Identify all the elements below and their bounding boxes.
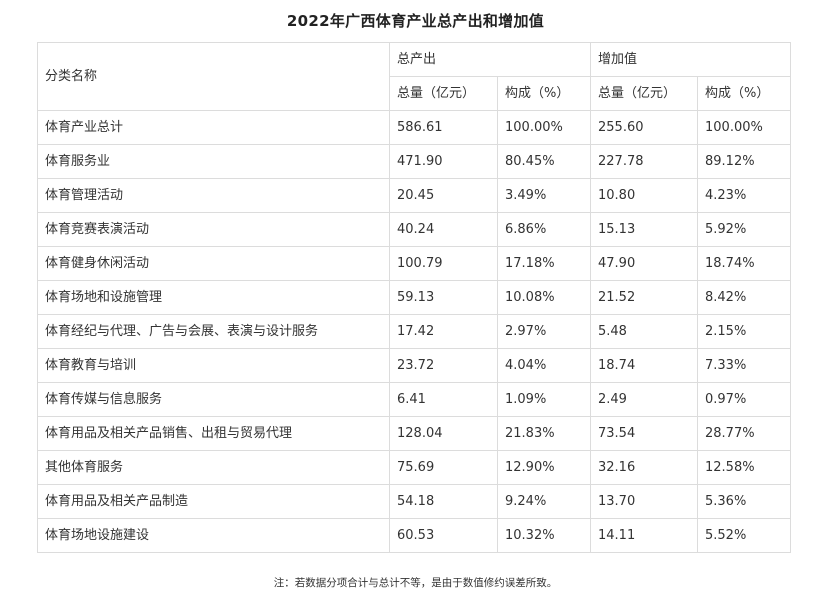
output-share-cell: 100.00% (497, 110, 591, 145)
category-cell: 体育服务业 (37, 144, 390, 179)
table-row: 体育竞赛表演活动 40.24 6.86% 15.13 5.92% (37, 212, 791, 247)
category-cell: 体育管理活动 (37, 178, 390, 213)
value-added-share-cell: 100.00% (697, 110, 791, 145)
table-row: 体育健身休闲活动 100.79 17.18% 47.90 18.74% (37, 246, 791, 281)
output-share-cell: 1.09% (497, 382, 591, 417)
output-total-cell: 20.45 (389, 178, 498, 213)
output-share-cell: 6.86% (497, 212, 591, 247)
output-total-cell: 59.13 (389, 280, 498, 315)
header-group-output: 总产出 (389, 42, 591, 77)
value-added-share-cell: 0.97% (697, 382, 791, 417)
value-added-total-cell: 18.74 (590, 348, 698, 383)
output-total-cell: 128.04 (389, 416, 498, 451)
header-category: 分类名称 (37, 42, 390, 111)
table-row: 体育服务业 471.90 80.45% 227.78 89.12% (37, 144, 791, 179)
output-total-cell: 6.41 (389, 382, 498, 417)
value-added-share-cell: 5.52% (697, 518, 791, 553)
category-cell: 体育健身休闲活动 (37, 246, 390, 281)
data-table: 分类名称 总产出 增加值 总量（亿元） 构成（%） 总量（亿元） 构成（%） 体… (37, 42, 791, 553)
output-share-cell: 9.24% (497, 484, 591, 519)
table-row: 体育教育与培训 23.72 4.04% 18.74 7.33% (37, 348, 791, 383)
table-header-row: 分类名称 总产出 增加值 (37, 42, 791, 111)
output-total-cell: 75.69 (389, 450, 498, 485)
output-share-cell: 80.45% (497, 144, 591, 179)
value-added-share-cell: 8.42% (697, 280, 791, 315)
category-cell: 体育场地和设施管理 (37, 280, 390, 315)
category-cell: 体育竞赛表演活动 (37, 212, 390, 247)
value-added-total-cell: 255.60 (590, 110, 698, 145)
value-added-total-cell: 47.90 (590, 246, 698, 281)
table-row: 体育产业总计 586.61 100.00% 255.60 100.00% (37, 110, 791, 145)
table-row: 体育经纪与代理、广告与会展、表演与设计服务 17.42 2.97% 5.48 2.15% (37, 314, 791, 349)
category-cell: 体育教育与培训 (37, 348, 390, 383)
table-row: 体育场地设施建设 60.53 10.32% 14.11 5.52% (37, 518, 791, 553)
output-total-cell: 17.42 (389, 314, 498, 349)
page-title: 2022年广西体育产业总产出和增加值 (286, 12, 545, 30)
value-added-total-cell: 32.16 (590, 450, 698, 485)
category-cell: 其他体育服务 (37, 450, 390, 485)
output-share-cell: 17.18% (497, 246, 591, 281)
table-row: 体育场地和设施管理 59.13 10.08% 21.52 8.42% (37, 280, 791, 315)
table-row: 其他体育服务 75.69 12.90% 32.16 12.58% (37, 450, 791, 485)
value-added-share-cell: 4.23% (697, 178, 791, 213)
category-cell: 体育场地设施建设 (37, 518, 390, 553)
output-total-cell: 23.72 (389, 348, 498, 383)
output-share-cell: 4.04% (497, 348, 591, 383)
value-added-total-cell: 15.13 (590, 212, 698, 247)
value-added-total-cell: 14.11 (590, 518, 698, 553)
value-added-share-cell: 2.15% (697, 314, 791, 349)
value-added-share-cell: 18.74% (697, 246, 791, 281)
output-share-cell: 2.97% (497, 314, 591, 349)
category-cell: 体育传媒与信息服务 (37, 382, 390, 417)
footnote: 注：若数据分项合计与总计不等，是由于数值修约误差所致。 (273, 577, 558, 589)
value-added-share-cell: 89.12% (697, 144, 791, 179)
output-total-cell: 60.53 (389, 518, 498, 553)
value-added-total-cell: 2.49 (590, 382, 698, 417)
output-total-cell: 40.24 (389, 212, 498, 247)
output-share-cell: 10.32% (497, 518, 591, 553)
table-row: 体育用品及相关产品制造 54.18 9.24% 13.70 5.36% (37, 484, 791, 519)
value-added-total-cell: 227.78 (590, 144, 698, 179)
output-total-cell: 586.61 (389, 110, 498, 145)
category-cell: 体育经纪与代理、广告与会展、表演与设计服务 (37, 314, 390, 349)
value-added-share-cell: 12.58% (697, 450, 791, 485)
header-va-share: 构成（%） (697, 76, 791, 111)
table-row: 体育管理活动 20.45 3.49% 10.80 4.23% (37, 178, 791, 213)
header-output-share: 构成（%） (497, 76, 591, 111)
value-added-total-cell: 21.52 (590, 280, 698, 315)
table-row: 体育传媒与信息服务 6.41 1.09% 2.49 0.97% (37, 382, 791, 417)
value-added-total-cell: 10.80 (590, 178, 698, 213)
output-share-cell: 3.49% (497, 178, 591, 213)
value-added-share-cell: 7.33% (697, 348, 791, 383)
value-added-total-cell: 13.70 (590, 484, 698, 519)
output-share-cell: 21.83% (497, 416, 591, 451)
output-total-cell: 100.79 (389, 246, 498, 281)
value-added-total-cell: 73.54 (590, 416, 698, 451)
value-added-share-cell: 28.77% (697, 416, 791, 451)
output-share-cell: 12.90% (497, 450, 591, 485)
category-cell: 体育用品及相关产品制造 (37, 484, 390, 519)
header-output-total: 总量（亿元） (389, 76, 498, 111)
output-share-cell: 10.08% (497, 280, 591, 315)
category-cell: 体育产业总计 (37, 110, 390, 145)
category-cell: 体育用品及相关产品销售、出租与贸易代理 (37, 416, 390, 451)
value-added-share-cell: 5.92% (697, 212, 791, 247)
table-row: 体育用品及相关产品销售、出租与贸易代理 128.04 21.83% 73.54 28.7… (37, 416, 791, 451)
value-added-total-cell: 5.48 (590, 314, 698, 349)
table-body: 分类名称 总产出 增加值 总量（亿元） 构成（%） 总量（亿元） 构成（%） 体… (37, 42, 791, 553)
header-va-total: 总量（亿元） (590, 76, 698, 111)
value-added-share-cell: 5.36% (697, 484, 791, 519)
output-total-cell: 54.18 (389, 484, 498, 519)
output-total-cell: 471.90 (389, 144, 498, 179)
header-group-value-added: 增加值 (590, 42, 791, 77)
